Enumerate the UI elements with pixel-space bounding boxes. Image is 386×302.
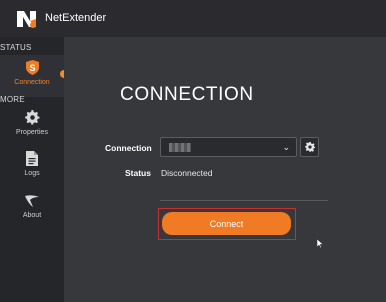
sidebar-item-properties[interactable]: Properties: [0, 110, 64, 142]
netextender-window: NetExtender STATUS S Connection MORE Pro…: [0, 0, 386, 302]
connection-select[interactable]: ⌄: [160, 137, 297, 157]
main-panel: CONNECTION Connection ⌄ Status Disconnec…: [64, 37, 386, 302]
page-title: CONNECTION: [120, 84, 254, 105]
chevron-down-icon: ⌄: [282, 142, 290, 152]
title-bar: NetExtender: [0, 0, 386, 37]
connect-button-highlight: Connect: [158, 208, 296, 240]
gear-icon: [304, 142, 315, 152]
svg-text:S: S: [29, 63, 35, 73]
mouse-cursor-icon: [317, 239, 323, 248]
sidebar-item-label: About: [22, 212, 42, 219]
connect-button[interactable]: Connect: [162, 212, 291, 235]
netextender-logo-icon: [17, 11, 36, 28]
sidebar-section-more: MORE: [0, 95, 25, 104]
sidebar-item-label: Logs: [24, 170, 40, 177]
sidebar-item-about[interactable]: About: [0, 194, 64, 226]
sidebar-item-connection[interactable]: S Connection: [0, 55, 64, 97]
shield-s-icon: S: [25, 60, 39, 75]
sonicwall-swoosh-icon: [25, 195, 39, 207]
sidebar-section-status: STATUS: [0, 43, 32, 52]
sidebar-item-label: Connection: [14, 79, 50, 86]
app-title: NetExtender: [45, 12, 107, 24]
status-label: Status: [125, 168, 151, 178]
divider: [160, 200, 328, 201]
document-icon: [26, 151, 38, 166]
redacted-connection-name: [169, 143, 191, 152]
connection-settings-button[interactable]: [300, 137, 319, 157]
gear-icon: [24, 110, 39, 125]
sidebar: STATUS S Connection MORE Properties Logs…: [0, 37, 64, 302]
connection-label: Connection: [105, 143, 152, 153]
status-value: Disconnected: [161, 168, 213, 178]
sidebar-item-logs[interactable]: Logs: [0, 151, 64, 183]
sidebar-item-label: Properties: [16, 129, 48, 136]
